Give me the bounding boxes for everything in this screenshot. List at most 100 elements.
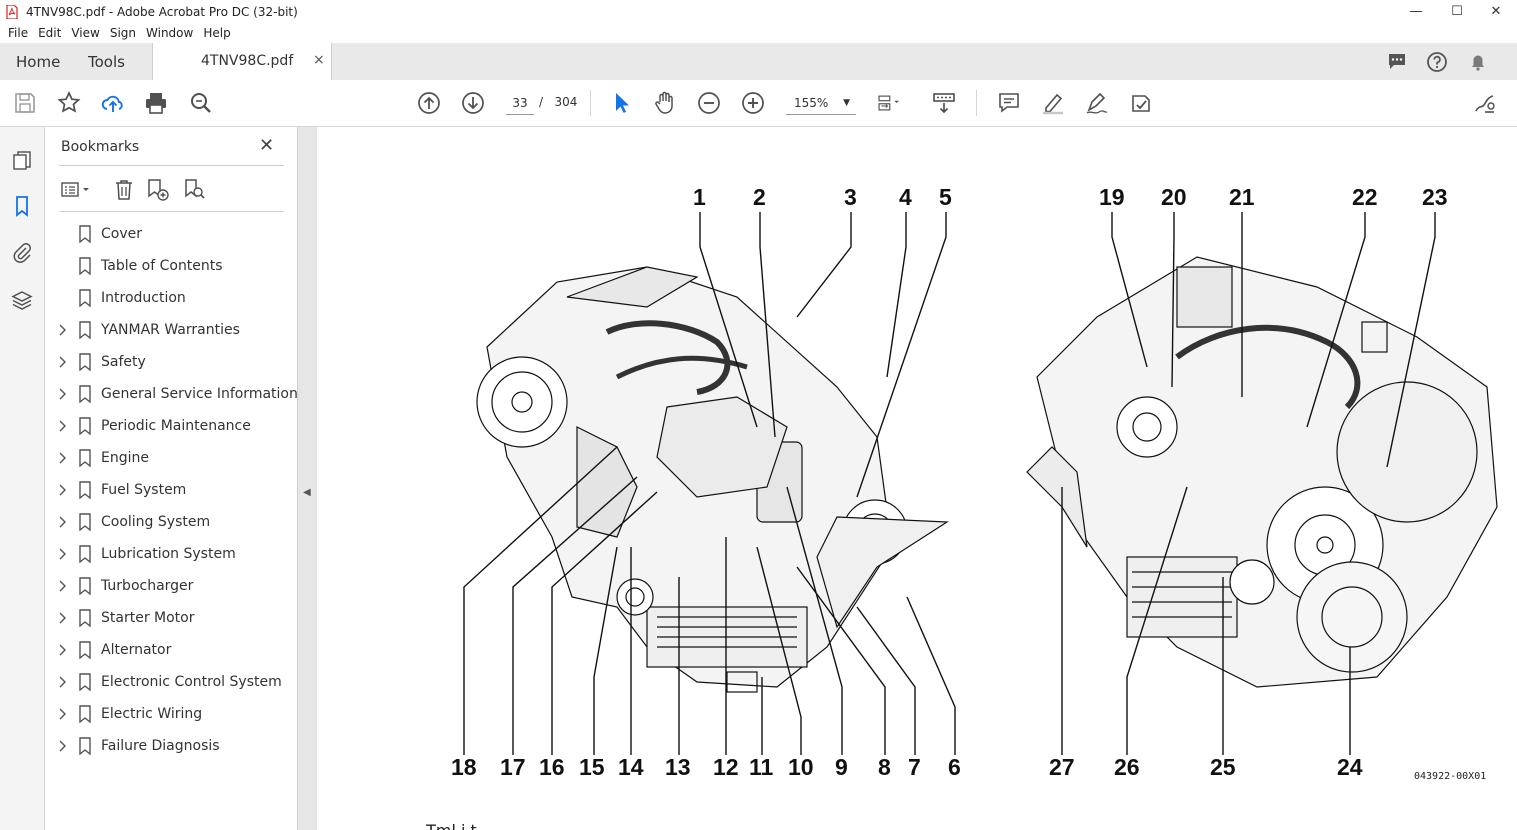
bookmark-item[interactable]: Safety (45, 347, 297, 379)
tab-tools[interactable]: Tools (88, 53, 125, 71)
menu-sign[interactable]: Sign (110, 24, 136, 43)
zoom-level-dropdown[interactable]: 155% ▼ (786, 92, 856, 115)
chevron-right-icon[interactable] (58, 452, 68, 464)
zoom-in-icon[interactable] (740, 90, 766, 116)
menu-help[interactable]: Help (203, 24, 230, 43)
panel-divider (59, 165, 284, 166)
chevron-right-icon[interactable] (58, 324, 68, 336)
chevron-right-icon[interactable] (58, 420, 68, 432)
bookmark-flag-icon (79, 545, 91, 563)
next-page-icon[interactable] (460, 90, 486, 116)
bookmark-label: Table of Contents (101, 258, 223, 274)
page-thumbnails-icon[interactable] (11, 149, 33, 171)
tab-home[interactable]: Home (16, 53, 60, 71)
chevron-right-icon[interactable] (58, 676, 68, 688)
navigation-rail (0, 127, 45, 830)
callout-11: 11 (749, 754, 774, 780)
bookmark-label: Safety (101, 354, 146, 370)
bookmark-item[interactable]: Fuel System (45, 475, 297, 507)
chevron-right-icon[interactable] (58, 708, 68, 720)
chevron-right-icon[interactable] (58, 644, 68, 656)
bookmark-item[interactable]: Engine (45, 443, 297, 475)
menu-window[interactable]: Window (146, 24, 193, 43)
bookmark-item[interactable]: Introduction (45, 283, 297, 315)
bookmark-label: Lubrication System (101, 546, 236, 562)
zoom-out-icon[interactable] (696, 90, 722, 116)
bookmark-item[interactable]: General Service Information (45, 379, 298, 411)
bookmark-item[interactable]: Electric Wiring (45, 699, 297, 731)
bookmark-item[interactable]: Lubrication System (45, 539, 297, 571)
highlight-pen-icon[interactable] (1040, 90, 1066, 116)
chevron-right-icon[interactable] (58, 548, 68, 560)
previous-page-icon[interactable] (416, 90, 442, 116)
close-tab-button[interactable]: × (313, 52, 325, 68)
bookmark-item[interactable]: Turbocharger (45, 571, 297, 603)
bookmark-options-icon[interactable] (59, 177, 93, 203)
menu-view[interactable]: View (71, 24, 99, 43)
page-number-input[interactable]: 33 (506, 92, 534, 115)
menu-edit[interactable]: Edit (38, 24, 61, 43)
add-comment-icon[interactable] (996, 90, 1022, 116)
chevron-right-icon[interactable] (58, 580, 68, 592)
bookmark-search-icon[interactable] (181, 177, 207, 203)
delete-bookmark-icon[interactable] (111, 177, 137, 203)
callout-27: 27 (1049, 754, 1075, 780)
zoom-search-icon[interactable] (188, 90, 214, 116)
bookmark-item[interactable]: Failure Diagnosis (45, 731, 297, 763)
bookmark-item[interactable]: Starter Motor (45, 603, 297, 635)
close-window-button[interactable]: ✕ (1478, 2, 1514, 22)
hand-tool-icon[interactable] (652, 90, 678, 116)
help-icon[interactable] (1426, 51, 1448, 73)
print-icon[interactable] (143, 90, 169, 116)
layers-icon[interactable] (11, 289, 33, 311)
select-cursor-icon[interactable] (608, 90, 634, 116)
callout-7: 7 (908, 754, 921, 780)
callout-22: 22 (1352, 184, 1378, 210)
bookmark-item[interactable]: Periodic Maintenance (45, 411, 297, 443)
bookmark-item[interactable]: Alternator (45, 635, 297, 667)
share-edit-icon[interactable] (1472, 90, 1498, 116)
bookmark-item[interactable]: Cooling System (45, 507, 297, 539)
collapse-panel-arrow-icon[interactable]: ◀ (303, 487, 311, 498)
draw-freehand-icon[interactable] (1084, 90, 1110, 116)
attachments-paperclip-icon[interactable] (11, 241, 33, 263)
chevron-right-icon[interactable] (58, 484, 68, 496)
menu-file[interactable]: File (8, 24, 28, 43)
cloud-upload-icon[interactable] (100, 90, 126, 116)
bookmark-item[interactable]: Table of Contents (45, 251, 297, 283)
close-panel-icon[interactable]: ✕ (259, 135, 274, 156)
minimize-button[interactable]: — (1398, 2, 1434, 22)
scroll-mode-icon[interactable] (931, 90, 957, 116)
bookmark-item[interactable]: Cover (45, 219, 297, 251)
callout-17: 17 (500, 754, 526, 780)
bookmark-label: Turbocharger (101, 578, 194, 594)
bookmark-flag-icon (79, 449, 91, 467)
maximize-button[interactable]: ☐ (1439, 2, 1475, 22)
chevron-right-icon[interactable] (58, 740, 68, 752)
bookmark-flag-icon (79, 257, 91, 275)
page-fit-icon[interactable] (876, 90, 902, 116)
bookmark-label: Electronic Control System (101, 674, 282, 690)
callout-20: 20 (1161, 184, 1187, 210)
zoom-level-value: 155% (794, 96, 829, 110)
stamp-sign-icon[interactable] (1128, 90, 1154, 116)
comment-bubble-icon[interactable] (1386, 51, 1408, 73)
page-total: / 304 (539, 95, 577, 109)
notification-bell-icon[interactable] (1467, 51, 1489, 73)
new-bookmark-icon[interactable] (145, 177, 171, 203)
chevron-right-icon[interactable] (58, 356, 68, 368)
bookmark-star-icon[interactable] (56, 90, 82, 116)
panel-splitter[interactable]: ◀ (298, 127, 316, 830)
page-separator: / (539, 95, 544, 109)
bookmark-item[interactable]: YANMAR Warranties (45, 315, 297, 347)
chevron-right-icon[interactable] (58, 516, 68, 528)
tab-document[interactable]: 4TNV98C.pdf × (152, 43, 332, 80)
bookmarks-panel-icon[interactable] (11, 195, 33, 217)
chevron-right-icon[interactable] (58, 388, 68, 400)
callout-18: 18 (451, 754, 477, 780)
save-icon[interactable] (12, 90, 38, 116)
bookmark-item[interactable]: Electronic Control System (45, 667, 297, 699)
chevron-right-icon[interactable] (58, 612, 68, 624)
bookmark-flag-icon (79, 481, 91, 499)
document-view[interactable]: 1 2 3 4 5 19 20 21 22 23 18 17 16 15 14 … (316, 127, 1517, 830)
